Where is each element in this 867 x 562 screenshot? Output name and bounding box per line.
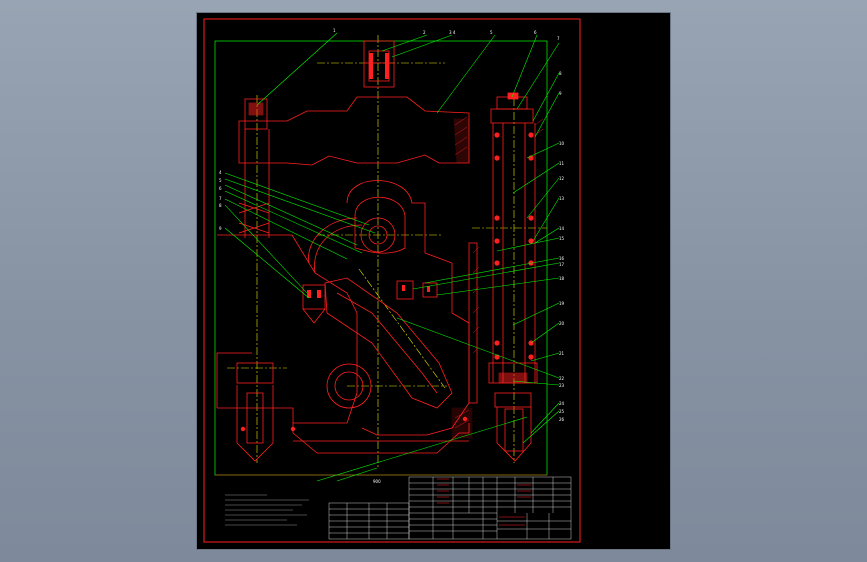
svg-text:17: 17 bbox=[559, 262, 565, 267]
svg-text:8: 8 bbox=[219, 203, 222, 208]
svg-text:6: 6 bbox=[534, 30, 537, 35]
svg-text:24: 24 bbox=[559, 401, 565, 406]
svg-text:10: 10 bbox=[559, 141, 565, 146]
svg-text:5: 5 bbox=[490, 30, 493, 35]
svg-text:21: 21 bbox=[559, 351, 565, 356]
leader-lines bbox=[224, 32, 560, 482]
svg-text:23: 23 bbox=[559, 383, 565, 388]
sheet-border-outer bbox=[203, 18, 581, 543]
technical-notes bbox=[225, 494, 309, 526]
parts-list-table bbox=[328, 476, 572, 540]
svg-text:8: 8 bbox=[559, 71, 562, 76]
svg-text:15: 15 bbox=[559, 236, 565, 241]
svg-text:12: 12 bbox=[559, 176, 565, 181]
svg-text:3 4: 3 4 bbox=[449, 30, 456, 35]
svg-text:6: 6 bbox=[219, 186, 222, 191]
assembly-drawing: 1 2 3 4 5 6 7 4 5 6 7 8 9 8 9 10 11 12 1… bbox=[203, 18, 581, 543]
svg-text:1: 1 bbox=[333, 28, 336, 33]
svg-text:20: 20 bbox=[559, 321, 565, 326]
svg-text:14: 14 bbox=[559, 226, 565, 231]
housing-outline bbox=[216, 40, 538, 462]
svg-text:16: 16 bbox=[559, 256, 565, 261]
bolt-markers bbox=[240, 53, 534, 432]
svg-text:18: 18 bbox=[559, 276, 565, 281]
cad-viewport[interactable]: 1 2 3 4 5 6 7 4 5 6 7 8 9 8 9 10 11 12 1… bbox=[197, 13, 670, 549]
svg-text:22: 22 bbox=[559, 376, 565, 381]
svg-text:9: 9 bbox=[219, 226, 222, 231]
svg-text:25: 25 bbox=[559, 409, 565, 414]
svg-text:2: 2 bbox=[423, 30, 426, 35]
svg-text:4: 4 bbox=[219, 170, 222, 175]
svg-text:19: 19 bbox=[559, 301, 565, 306]
svg-text:13: 13 bbox=[559, 196, 565, 201]
svg-text:9: 9 bbox=[559, 91, 562, 96]
svg-text:7: 7 bbox=[219, 196, 222, 201]
svg-text:5: 5 bbox=[219, 178, 222, 183]
center-lines bbox=[227, 35, 547, 468]
svg-text:7: 7 bbox=[557, 36, 560, 41]
parts-list-red-rules bbox=[437, 478, 531, 526]
dimension-label: 900 bbox=[373, 479, 381, 484]
svg-text:11: 11 bbox=[559, 161, 565, 166]
svg-text:26: 26 bbox=[559, 417, 565, 422]
